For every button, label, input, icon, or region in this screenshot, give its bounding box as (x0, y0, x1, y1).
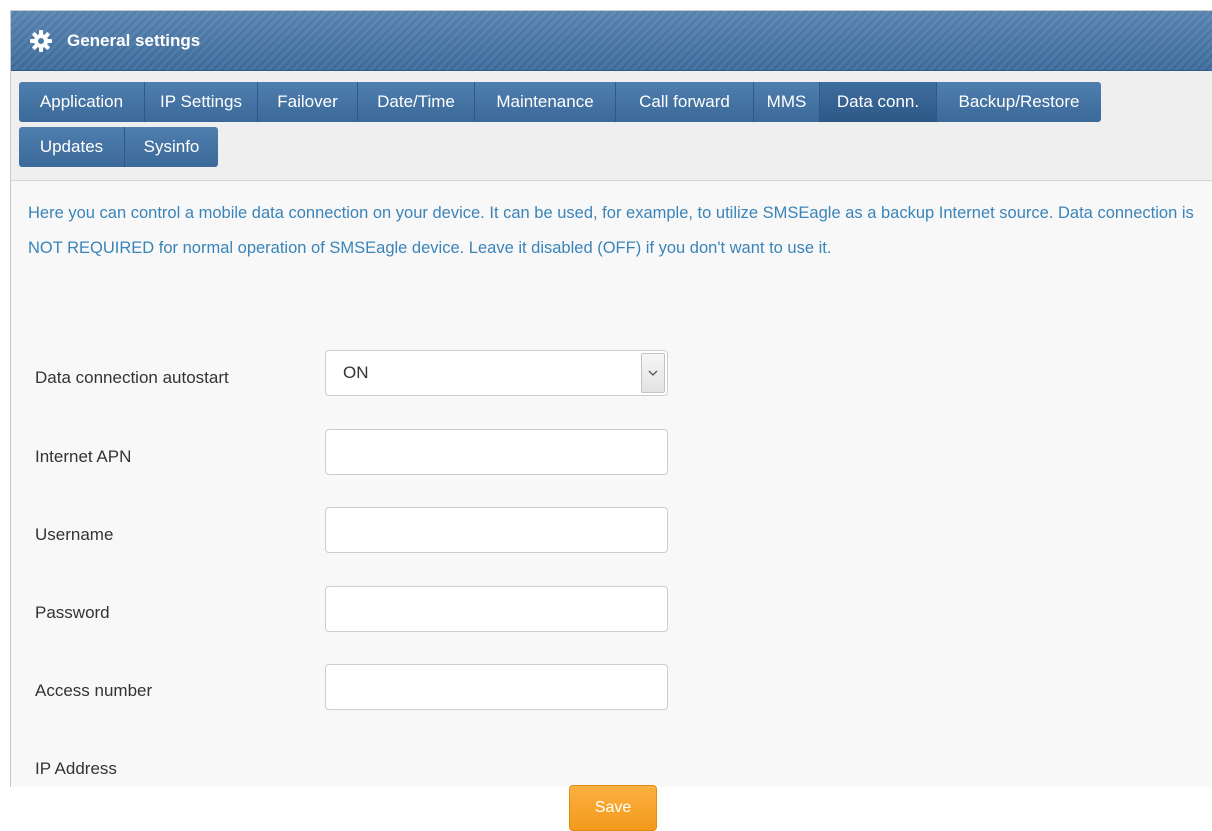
username-label: Username (35, 525, 114, 544)
intro-text: Here you can control a mobile data conne… (28, 204, 1194, 257)
chevron-down-icon[interactable] (641, 353, 665, 393)
tab-row-2: Updates Sysinfo (19, 127, 218, 167)
gear-icon (29, 29, 53, 53)
tab-updates[interactable]: Updates (19, 127, 125, 167)
tab-application[interactable]: Application (19, 82, 145, 122)
tab-date-time[interactable]: Date/Time (358, 82, 475, 122)
settings-panel: General settings Application IP Settings… (10, 10, 1212, 831)
password-label: Password (35, 603, 110, 622)
ip-address-label: IP Address (35, 759, 117, 778)
tab-mms[interactable]: MMS (754, 82, 820, 122)
tab-data-conn[interactable]: Data conn. (820, 82, 937, 122)
autostart-label: Data connection autostart (35, 368, 229, 387)
tab-backup-restore[interactable]: Backup/Restore (937, 82, 1101, 122)
tab-ip-settings[interactable]: IP Settings (145, 82, 258, 122)
access-number-label: Access number (35, 681, 153, 700)
page-title: General settings (67, 30, 201, 50)
tab-sysinfo[interactable]: Sysinfo (125, 127, 218, 167)
apn-input[interactable] (325, 429, 668, 475)
tab-failover[interactable]: Failover (258, 82, 358, 122)
access-number-input[interactable] (325, 664, 668, 710)
password-input[interactable] (325, 586, 668, 632)
tab-row-1: Application IP Settings Failover Date/Ti… (19, 82, 1101, 122)
username-input[interactable] (325, 507, 668, 553)
apn-label: Internet APN (35, 447, 132, 466)
tab-call-forward[interactable]: Call forward (616, 82, 754, 122)
tab-bar: Application IP Settings Failover Date/Ti… (11, 71, 1212, 181)
save-button[interactable]: Save (569, 785, 657, 831)
panel-header: General settings (11, 11, 1212, 71)
autostart-select[interactable]: ON (325, 350, 668, 396)
tab-maintenance[interactable]: Maintenance (475, 82, 616, 122)
autostart-value: ON (343, 363, 369, 382)
